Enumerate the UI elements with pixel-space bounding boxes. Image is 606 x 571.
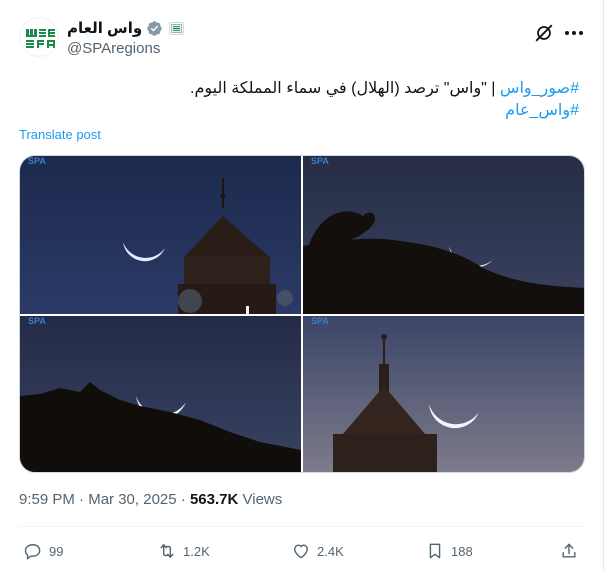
hashtag-link[interactable]: #واس_عام <box>505 102 579 119</box>
reply-count: 99 <box>49 543 64 559</box>
like-count: 2.4K <box>317 543 344 559</box>
media-grid: SPA SPA SPA SPA <box>19 155 585 473</box>
reply-icon <box>24 544 41 560</box>
meta-separator: · <box>180 491 186 508</box>
action-bar: 99 1.2K 2.4K 188 <box>19 538 585 564</box>
media-image-1[interactable]: SPA <box>20 156 301 314</box>
post-date[interactable]: Mar 30, 2025 <box>88 491 176 508</box>
media-image-4[interactable]: SPA <box>303 316 584 472</box>
hashtag-link[interactable]: #صور_واس <box>500 80 579 97</box>
post-meta: 9:59 PM · Mar 30, 2025 · 563.7K Views <box>19 491 282 508</box>
spa-watermark: SPA <box>311 156 329 166</box>
views-count: 563.7K <box>189 491 239 508</box>
spa-logo-icon <box>26 29 55 48</box>
translate-post-link[interactable]: Translate post <box>19 127 101 142</box>
like-button[interactable]: 2.4K <box>291 538 344 564</box>
repost-button[interactable]: 1.2K <box>157 538 210 564</box>
media-image-2[interactable]: SPA <box>303 156 584 314</box>
bookmark-icon <box>429 543 441 559</box>
views-label: Views <box>242 491 283 508</box>
grok-icon[interactable] <box>533 22 555 44</box>
share-icon <box>562 543 576 558</box>
meta-separator: · <box>79 491 85 508</box>
tweet-body: | "واس" ترصد (الهلال) في سماء المملكة ال… <box>190 80 496 97</box>
author-handle[interactable]: @SPAregions <box>67 40 160 57</box>
affiliate-badge-icon <box>169 21 185 35</box>
verified-badge-icon <box>147 20 162 36</box>
spa-watermark: SPA <box>28 316 46 326</box>
more-icon[interactable] <box>565 30 587 36</box>
author-avatar[interactable] <box>19 17 59 57</box>
bookmark-count: 188 <box>451 543 473 559</box>
share-button[interactable] <box>559 538 579 564</box>
spa-watermark: SPA <box>28 156 46 166</box>
tweet-card: واس العام @SPAregions #صور_واس | "واس" ت… <box>0 0 604 571</box>
author-name-row[interactable]: واس العام <box>67 18 185 38</box>
like-icon <box>294 544 308 559</box>
tweet-text: #صور_واس | "واس" ترصد (الهلال) في سماء ا… <box>19 78 579 122</box>
bookmark-button[interactable]: 188 <box>425 538 473 564</box>
divider <box>19 526 585 527</box>
post-time[interactable]: 9:59 PM <box>19 491 75 508</box>
author-display-name[interactable]: واس العام <box>67 19 142 37</box>
reply-button[interactable]: 99 <box>23 538 63 564</box>
spa-watermark: SPA <box>311 316 329 326</box>
repost-count: 1.2K <box>183 543 210 559</box>
media-image-3[interactable]: SPA <box>20 316 301 472</box>
repost-icon <box>160 544 174 558</box>
